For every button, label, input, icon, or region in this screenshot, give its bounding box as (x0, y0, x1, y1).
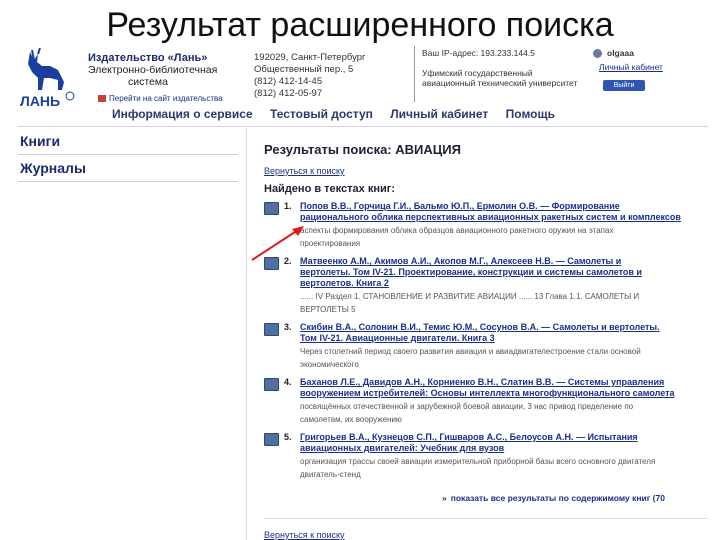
book-icon (264, 323, 279, 336)
sidebar-item-books[interactable]: Книги (18, 128, 238, 155)
exit-button[interactable]: Выйти (603, 80, 645, 91)
nav-item-help[interactable]: Помощь (506, 107, 555, 121)
result-snippet-line2: экономического (300, 360, 359, 369)
publisher-line3: система (128, 76, 168, 88)
result-snippet-line2: самолетам, их вооружению (300, 415, 402, 424)
result-snippet-line1: аспекты формирования облика образцов ави… (300, 226, 614, 235)
user-block: olgaaa Личный кабинет Выйти (593, 48, 708, 91)
header-divider (414, 46, 415, 102)
home-icon (98, 95, 106, 103)
result-snippet-line1: Через столетний период своего развития а… (300, 347, 641, 356)
result-title-line1[interactable]: Попов В.В., Горчица Г.И., Бальмо Ю.П., Е… (300, 201, 708, 212)
screenshot-frame: ЛАНЬ Издательство «Лань» Электронно-библ… (18, 46, 708, 540)
result-title-line2[interactable]: вертолеты. Том IV-21. Проектирование, ко… (300, 267, 708, 278)
result-number: 5. (284, 432, 292, 442)
publisher-info: Издательство «Лань» Электронно-библиотеч… (88, 52, 248, 88)
show-all-results-label: показать все результаты по содержимому к… (450, 493, 665, 503)
nav-divider (18, 126, 708, 127)
result-snippet-line2: ВЕРТОЛЕТЫ 5 (300, 305, 356, 314)
address-line2: Общественный пер., 5 (254, 64, 354, 75)
result-title-line1[interactable]: Скибин В.А., Солонин В.И., Темис Ю.М., С… (300, 322, 708, 333)
found-label: Найдено в текстах книг: (264, 183, 395, 195)
sidebar-divider (246, 128, 247, 540)
main-content: Результаты поиска: АВИАЦИЯ Вернуться к п… (264, 142, 708, 487)
result-number: 1. (284, 201, 292, 211)
lan-logo[interactable]: ЛАНЬ (20, 48, 76, 110)
publisher-name: Издательство «Лань» (88, 52, 208, 64)
site-header: ЛАНЬ Издательство «Лань» Электронно-библ… (18, 46, 708, 109)
nav-item-cabinet[interactable]: Личный кабинет (390, 107, 488, 121)
result-snippet-line2: двигатель-стенд (300, 470, 361, 479)
book-icon (264, 433, 279, 446)
red-pointer-arrow-icon (251, 226, 304, 261)
result-title-line2[interactable]: Том IV-21. Авиационные двигатели. Книга … (300, 333, 708, 344)
address-line1: 192029, Санкт-Петербург (254, 52, 366, 63)
slide-title: Результат расширенного поиска (106, 6, 614, 44)
result-snippet-line1: организация трассы своей авиации измерит… (300, 457, 656, 466)
phone-1: (812) 412-14-45 (254, 76, 323, 87)
back-to-search-link[interactable]: Вернуться к поиску (264, 166, 708, 176)
result-snippet-line2: проектирования (300, 239, 361, 248)
nav-item-info[interactable]: Информация о сервисе (112, 107, 253, 121)
list-item: 3. Скибин В.А., Солонин В.И., Темис Ю.М.… (264, 322, 708, 370)
publisher-line2: Электронно-библиотечная (88, 64, 218, 76)
sidebar: Книги Журналы (18, 128, 238, 182)
home-link-label: Перейти на сайт издательства (109, 94, 223, 103)
deer-logo-icon: ЛАНЬ (20, 48, 75, 109)
top-nav: Информация о сервисе Тестовый доступ Лич… (112, 107, 702, 123)
result-snippet-line1: посвящённых отечественной и зарубежной б… (300, 402, 634, 411)
nav-item-test-access[interactable]: Тестовый доступ (270, 107, 373, 121)
results-list: 1. Попов В.В., Горчица Г.И., Бальмо Ю.П.… (264, 201, 708, 480)
double-chevron-icon: » (442, 493, 447, 503)
list-item: 2. Матвеенко А.М., Акимов А.И., Акопов М… (264, 256, 708, 315)
result-number: 3. (284, 322, 292, 332)
list-item: 4. Баханов Л.Е., Давидов А.Н., Корниенко… (264, 377, 708, 425)
result-title-line2[interactable]: рационального облика перспективных авиац… (300, 212, 708, 223)
book-icon (264, 378, 279, 391)
svg-text:ЛАНЬ: ЛАНЬ (20, 93, 60, 109)
result-title-line2[interactable]: авиационных двигателей: Учебник для вузо… (300, 443, 708, 454)
cabinet-link[interactable]: Личный кабинет (593, 62, 708, 72)
org-line2: авиационный технический университет (422, 78, 578, 88)
phone-2: (812) 412-05-97 (254, 88, 323, 99)
bottom-divider (264, 518, 708, 519)
org-line1: Уфимский государственный (422, 68, 533, 78)
result-snippet-line1: ...... IV Раздел 1. СТАНОВЛЕНИЕ И РАЗВИТ… (300, 292, 640, 301)
show-all-results-link[interactable]: » показать все результаты по содержимому … (442, 493, 665, 503)
address-block: 192029, Санкт-Петербург Общественный пер… (254, 52, 404, 100)
ip-block: Ваш IP-адрес: 193.233.144.5 Уфимский гос… (422, 48, 602, 88)
result-title-line2[interactable]: вооружением истребителей: Основы интелле… (300, 388, 708, 399)
result-title-line1[interactable]: Григорьев В.А., Кузнецов С.П., Гишваров … (300, 432, 708, 443)
ip-address: Ваш IP-адрес: 193.233.144.5 (422, 48, 535, 58)
back-to-search-link-bottom[interactable]: Вернуться к поиску (264, 530, 345, 540)
result-title-line1[interactable]: Баханов Л.Е., Давидов А.Н., Корниенко В.… (300, 377, 708, 388)
username: olgaaa (593, 48, 708, 58)
list-item: 1. Попов В.В., Горчица Г.И., Бальмо Ю.П.… (264, 201, 708, 249)
result-title-line1[interactable]: Матвеенко А.М., Акимов А.И., Акопов М.Г.… (300, 256, 708, 267)
result-number: 4. (284, 377, 292, 387)
list-item: 5. Григорьев В.А., Кузнецов С.П., Гишвар… (264, 432, 708, 480)
results-title: Результаты поиска: АВИАЦИЯ (264, 142, 461, 157)
result-title-line3[interactable]: вертолетов. Книга 2 (300, 278, 708, 289)
sidebar-item-journals[interactable]: Журналы (18, 155, 238, 182)
book-icon (264, 202, 279, 215)
home-link[interactable]: Перейти на сайт издательства (98, 94, 223, 103)
